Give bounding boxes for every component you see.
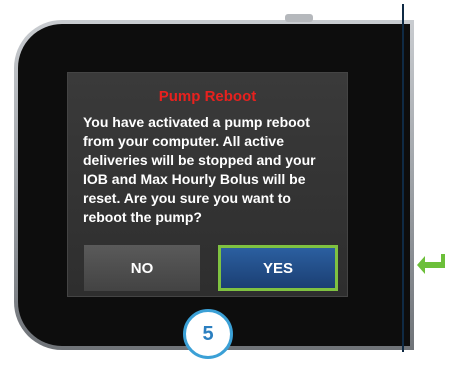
device-right-edge <box>402 4 404 352</box>
stage: Pump Reboot You have activated a pump re… <box>0 0 460 365</box>
return-arrow-icon <box>417 254 445 274</box>
step-number-badge: 5 <box>183 309 233 359</box>
dialog-message: You have activated a pump reboot from yo… <box>83 114 316 225</box>
device-top-button <box>285 14 313 22</box>
yes-button[interactable]: YES <box>218 245 338 291</box>
pump-reboot-dialog: Pump Reboot You have activated a pump re… <box>67 72 348 297</box>
no-button[interactable]: NO <box>84 245 200 291</box>
dialog-title: Pump Reboot <box>158 88 257 105</box>
